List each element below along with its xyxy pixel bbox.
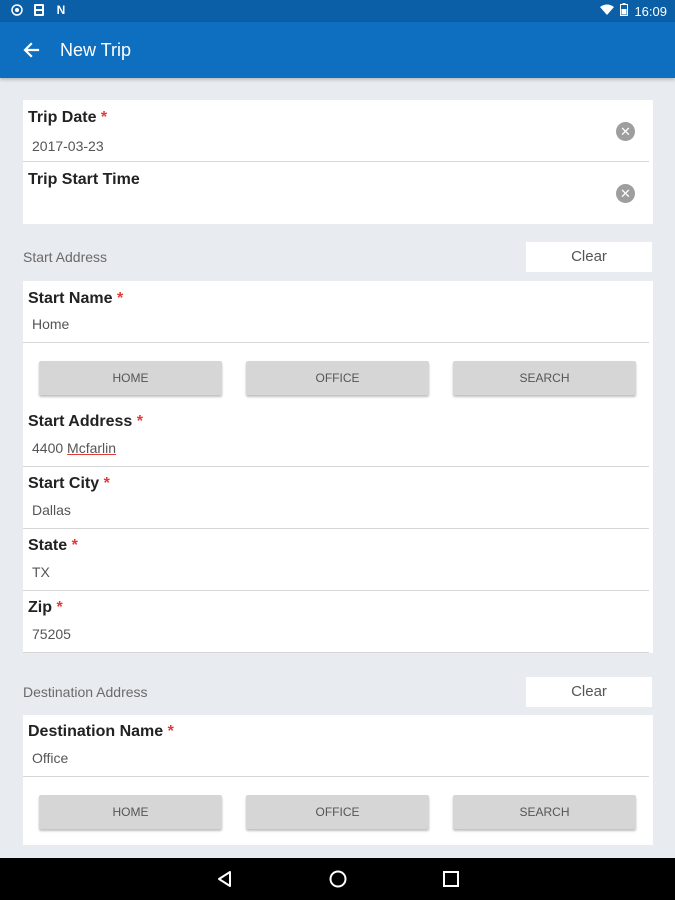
state-label: State: [28, 537, 68, 554]
nav-back-icon[interactable]: [215, 869, 235, 889]
destination-search-button[interactable]: SEARCH: [453, 795, 636, 829]
notification-n-icon: N: [56, 3, 66, 17]
start-city-field[interactable]: Start City * Dallas: [23, 467, 649, 529]
destination-address-section-title: Destination Address: [23, 684, 148, 700]
destination-name-value[interactable]: Office: [32, 750, 68, 766]
start-address-section-title: Start Address: [23, 249, 108, 265]
wifi-icon: [600, 4, 615, 19]
start-city-label: Start City: [28, 475, 100, 492]
start-name-label: Start Name: [28, 290, 113, 307]
page-title: New Trip: [60, 40, 132, 60]
required-marker: *: [167, 723, 174, 740]
notification-app-icon: [32, 3, 46, 17]
battery-icon: [620, 3, 629, 19]
required-marker: *: [116, 290, 124, 307]
nav-home-icon[interactable]: [328, 869, 348, 889]
trip-start-time-field[interactable]: Trip Start Time ✕: [23, 162, 649, 224]
system-navigation-bar: [0, 858, 675, 900]
start-address-value[interactable]: 4400 Mcfarlin: [32, 440, 116, 456]
destination-name-field[interactable]: Destination Name * Office: [23, 715, 649, 777]
destination-home-button[interactable]: HOME: [39, 795, 222, 829]
required-marker: *: [56, 599, 63, 616]
start-name-value[interactable]: Home: [32, 316, 69, 332]
start-clear-button[interactable]: Clear: [526, 242, 652, 272]
nav-recents-icon[interactable]: [441, 869, 461, 889]
required-marker: *: [100, 109, 108, 126]
state-field[interactable]: State * TX: [23, 529, 649, 591]
destination-office-button[interactable]: OFFICE: [246, 795, 429, 829]
start-quick-buttons: HOME OFFICE SEARCH: [23, 343, 653, 405]
start-city-value[interactable]: Dallas: [32, 502, 71, 518]
notification-shield-icon: [10, 3, 24, 17]
zip-label: Zip: [28, 599, 52, 616]
clear-time-icon[interactable]: ✕: [616, 184, 635, 203]
trip-date-field[interactable]: Trip Date * 2017-03-23 ✕: [23, 100, 649, 162]
status-bar: N 16:09: [0, 0, 675, 22]
trip-card: Trip Date * 2017-03-23 ✕ Trip Start Time…: [23, 100, 653, 224]
trip-start-time-label: Trip Start Time: [28, 171, 140, 188]
clear-date-icon[interactable]: ✕: [616, 122, 635, 141]
start-home-button[interactable]: HOME: [39, 361, 222, 395]
back-arrow-icon[interactable]: [18, 36, 46, 64]
destination-address-card: Destination Name * Office HOME OFFICE SE…: [23, 715, 653, 845]
destination-clear-button[interactable]: Clear: [526, 677, 652, 707]
destination-name-label: Destination Name: [28, 723, 164, 740]
required-marker: *: [71, 537, 78, 554]
zip-value[interactable]: 75205: [32, 626, 71, 642]
system-status: 16:09: [600, 3, 667, 19]
trip-date-label: Trip Date: [28, 109, 97, 126]
start-address-street: Mcfarlin: [67, 440, 117, 456]
zip-field[interactable]: Zip * 75205: [23, 591, 649, 653]
app-bar: New Trip: [0, 22, 675, 78]
start-office-button[interactable]: OFFICE: [246, 361, 429, 395]
required-marker: *: [136, 413, 144, 430]
trip-date-value[interactable]: 2017-03-23: [32, 138, 104, 154]
start-address-number: 4400: [32, 440, 64, 456]
start-name-field[interactable]: Start Name * Home: [23, 281, 649, 343]
destination-quick-buttons: HOME OFFICE SEARCH: [23, 777, 653, 839]
start-search-button[interactable]: SEARCH: [453, 361, 636, 395]
status-time: 16:09: [634, 3, 667, 19]
start-address-label: Start Address: [28, 413, 133, 430]
start-address-card: Start Name * Home HOME OFFICE SEARCH Sta…: [23, 281, 653, 653]
notification-icons: N: [10, 3, 68, 17]
required-marker: *: [103, 475, 110, 492]
state-value[interactable]: TX: [32, 564, 50, 580]
start-address-field[interactable]: Start Address * 4400 Mcfarlin: [23, 405, 649, 467]
